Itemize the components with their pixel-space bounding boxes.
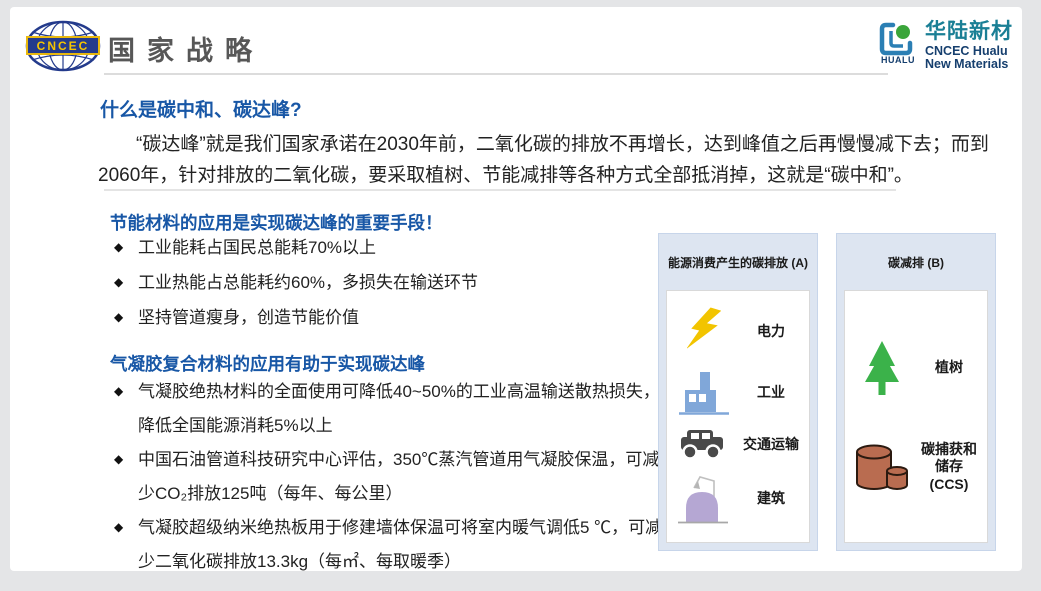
carbon-diagram: 能源消费产生的碳排放 (A) 电力 [658, 233, 996, 551]
diagram-row-ccs: 碳捕获和储存 (CCS) [845, 441, 987, 494]
energy-bullet-list: ◆ 工业能耗占国民总能耗70%以上 ◆ 工业热能占总能耗约60%，多损失在输送环… [114, 236, 674, 341]
intro-heading: 什么是碳中和、碳达峰? [100, 95, 302, 122]
cncec-logo-text: CNCEC [37, 39, 90, 53]
hualu-green-dot-icon [896, 25, 910, 39]
hualu-name-cn: 华陆新材 [925, 21, 1013, 43]
aerogel-section-heading: 气凝胶复合材料的应用有助于实现碳达峰 [110, 351, 425, 376]
panel-reduction-title: 碳减排 (B) [837, 234, 995, 290]
bullet-diamond-icon: ◆ [114, 271, 138, 294]
diagram-label: 交通运输 [741, 436, 809, 454]
intro-paragraph: “碳达峰”就是我们国家承诺在2030年前，二氧化碳的排放不再增长，达到峰值之后再… [98, 129, 994, 191]
diagram-row-building: 建筑 [667, 472, 809, 526]
aerogel-bullet-list: ◆ 气凝胶绝热材料的全面使用可降低40~50%的工业高温输送散热损失，降低全国能… [114, 375, 674, 579]
title-divider [104, 73, 888, 75]
diagram-row-tree: 植树 [845, 340, 987, 396]
factory-icon [667, 369, 741, 417]
hualu-name-en2: New Materials [925, 58, 1013, 71]
diagram-row-industry: 工业 [667, 369, 809, 417]
list-item: ◆ 气凝胶超级纳米绝热板用于修建墙体保温可将室内暖气调低5 ℃，可减少二氧化碳排… [114, 511, 674, 578]
section-divider [104, 189, 896, 191]
car-icon [667, 428, 741, 460]
ccs-icon [845, 441, 919, 493]
list-item: ◆ 中国石油管道科技研究中心评估，350℃蒸汽管道用气凝胶保温，可减少CO₂排放… [114, 443, 674, 510]
hualu-icon-caption: HUALU [881, 55, 915, 65]
bullet-text: 坚持管道瘦身，创造节能价值 [138, 306, 674, 329]
cncec-logo: CNCEC [24, 20, 102, 72]
bullet-diamond-icon: ◆ [114, 306, 138, 329]
diagram-row-transport: 交通运输 [667, 428, 809, 460]
diagram-row-electricity: 电力 [667, 307, 809, 357]
page-title: 国家战略 [108, 29, 264, 68]
lightning-icon [667, 307, 741, 357]
bullet-text: 工业能耗占国民总能耗70%以上 [138, 236, 674, 259]
bullet-text: 气凝胶绝热材料的全面使用可降低40~50%的工业高温输送散热损失，降低全国能源消… [138, 375, 674, 442]
panel-emissions-title: 能源消费产生的碳排放 (A) [659, 234, 817, 290]
bullet-diamond-icon: ◆ [114, 236, 138, 259]
panel-emissions: 能源消费产生的碳排放 (A) 电力 [658, 233, 818, 551]
bullet-diamond-icon: ◆ [114, 375, 138, 409]
panel-reduction: 碳减排 (B) 植树 [836, 233, 996, 551]
hualu-bracket-icon [879, 21, 917, 57]
diagram-label: 碳捕获和储存 (CCS) [919, 441, 987, 494]
hualu-logo: HUALU 华陆新材 CNCEC Hualu New Materials [876, 21, 1013, 71]
list-item: ◆ 工业能耗占国民总能耗70%以上 [114, 236, 674, 259]
bullet-diamond-icon: ◆ [114, 443, 138, 477]
list-item: ◆ 工业热能占总能耗约60%，多损失在输送环节 [114, 271, 674, 294]
bullet-diamond-icon: ◆ [114, 511, 138, 545]
bullet-text: 气凝胶超级纳米绝热板用于修建墙体保温可将室内暖气调低5 ℃，可减少二氧化碳排放1… [138, 511, 674, 578]
list-item: ◆ 坚持管道瘦身，创造节能价值 [114, 306, 674, 329]
bullet-text: 工业热能占总能耗约60%，多损失在输送环节 [138, 271, 674, 294]
building-icon [667, 472, 741, 526]
slide: CNCEC 国家战略 HUALU 华陆新材 CNCEC Hualu New Ma… [10, 7, 1022, 571]
diagram-label: 电力 [741, 323, 809, 341]
diagram-label: 工业 [741, 384, 809, 402]
energy-section-heading: 节能材料的应用是实现碳达峰的重要手段！ [110, 210, 443, 235]
tree-icon [845, 340, 919, 396]
diagram-label: 植树 [919, 359, 987, 377]
diagram-label: 建筑 [741, 490, 809, 508]
bullet-text: 中国石油管道科技研究中心评估，350℃蒸汽管道用气凝胶保温，可减少CO₂排放12… [138, 443, 674, 510]
list-item: ◆ 气凝胶绝热材料的全面使用可降低40~50%的工业高温输送散热损失，降低全国能… [114, 375, 674, 442]
